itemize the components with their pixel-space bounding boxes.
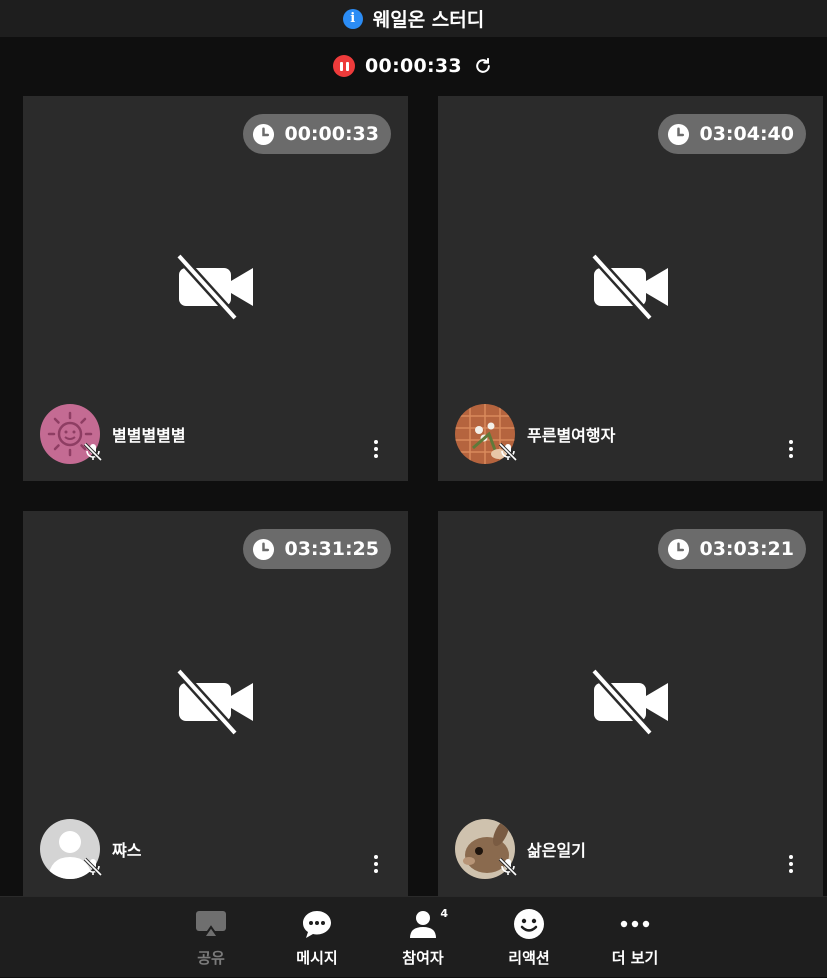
timer-text: 03:03:21 [699,538,794,560]
camera-off-icon [175,254,253,320]
elapsed-timer: 03:31:25 [243,529,391,569]
timer-text: 03:31:25 [284,538,379,560]
more-options-button[interactable] [778,849,804,879]
participant-count-badge: 4 [440,907,448,920]
participant-name: 삶은일기 [527,841,586,860]
mic-muted-icon [83,857,103,877]
chat-icon [302,907,332,941]
elapsed-timer: 03:04:40 [658,114,806,154]
title-bar: i 웨일온 스터디 [0,0,827,37]
participant-name: 별별별별별 [112,426,186,445]
elapsed-timer: 03:03:21 [658,529,806,569]
participant-tile[interactable]: 03:31:25 쨔스 [23,511,408,896]
more-button[interactable]: 더 보기 [590,897,680,978]
refresh-icon[interactable] [472,55,494,77]
meeting-title: 웨일온 스터디 [372,9,485,31]
message-label: 메시지 [296,949,338,967]
reaction-button[interactable]: 리액션 [484,897,574,978]
participant-tile[interactable]: 03:03:21 삶은일기 [438,511,823,896]
more-options-button[interactable] [363,849,389,879]
clock-icon [668,123,690,145]
timer-text: 03:04:40 [699,123,794,145]
share-label: 공유 [197,949,225,967]
clock-icon [253,538,275,560]
clock-icon [668,538,690,560]
participant-tile[interactable]: 00:00:33 별별별별별 [23,96,408,481]
camera-off-icon [590,254,668,320]
bottom-toolbar: 공유 메시지 4 참여자 리액션 더 보기 [0,896,827,977]
clock-icon [253,123,275,145]
pause-icon[interactable] [333,55,356,77]
mic-muted-icon [498,857,518,877]
participants-label: 참여자 [402,949,444,967]
camera-off-icon [590,669,668,735]
more-label: 더 보기 [611,949,659,967]
participant-tile[interactable]: 03:04:40 푸른별여행자 [438,96,823,481]
participants-button[interactable]: 4 참여자 [378,897,468,978]
smiley-icon [513,907,545,941]
info-icon[interactable]: i [342,8,363,29]
recording-bar: 00:00:33 [0,37,827,95]
recording-time: 00:00:33 [365,55,462,77]
more-options-button[interactable] [363,434,389,464]
timer-text: 00:00:33 [284,123,379,145]
person-icon: 4 [408,907,448,941]
participant-name: 푸른별여행자 [527,426,616,445]
share-button[interactable]: 공유 [166,897,256,978]
message-button[interactable]: 메시지 [272,897,362,978]
camera-off-icon [175,669,253,735]
mic-muted-icon [83,442,103,462]
more-options-button[interactable] [778,434,804,464]
mic-muted-icon [498,442,518,462]
share-screen-icon [195,907,227,941]
elapsed-timer: 00:00:33 [243,114,391,154]
participant-name: 쨔스 [112,841,142,860]
more-horizontal-icon [620,907,650,941]
reaction-label: 리액션 [508,949,550,967]
